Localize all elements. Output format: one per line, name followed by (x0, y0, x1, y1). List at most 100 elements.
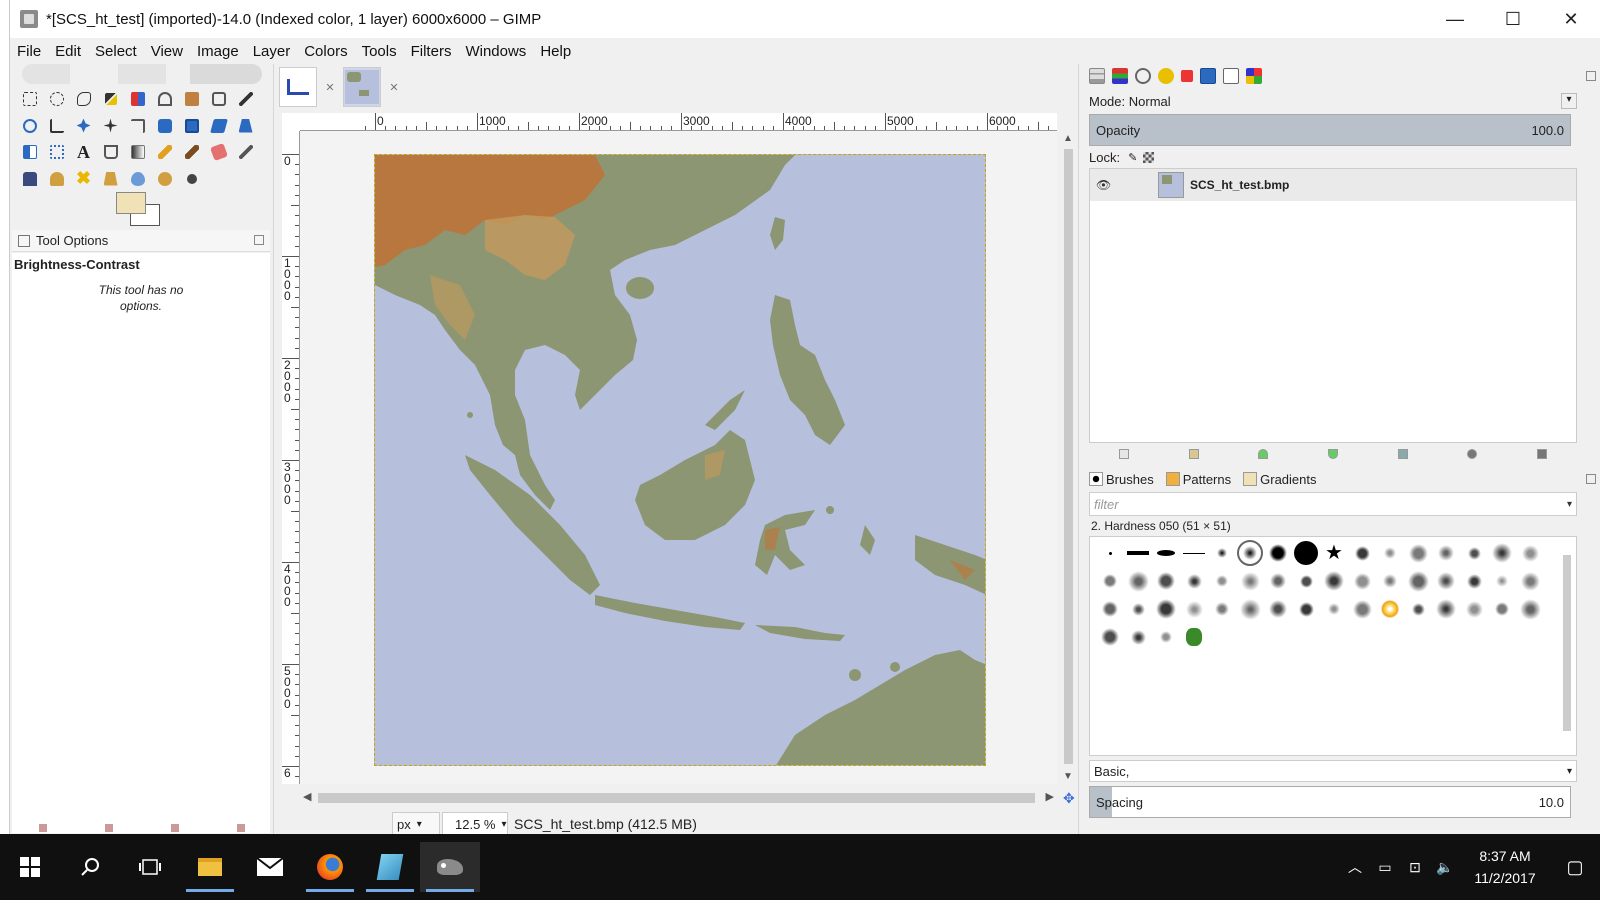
duplicate-layer-icon[interactable] (1397, 449, 1408, 459)
brush-item[interactable] (1124, 595, 1152, 623)
vertical-scroll-thumb[interactable] (1064, 149, 1073, 764)
brush-item[interactable] (1488, 539, 1516, 567)
unit-select[interactable]: px ▾ (392, 812, 440, 836)
reset-options-icon[interactable] (237, 824, 245, 832)
network-icon[interactable]: ⊡ (1400, 859, 1430, 876)
tool-options-tab[interactable]: Tool Options (12, 230, 270, 252)
undo-history-tab-icon[interactable] (1158, 68, 1174, 84)
brush-item[interactable] (1516, 567, 1544, 595)
brush-item[interactable] (1096, 539, 1124, 567)
free-select-tool-icon[interactable] (70, 86, 97, 112)
brush-item[interactable] (1208, 595, 1236, 623)
brush-item[interactable] (1320, 567, 1348, 595)
new-layer-group-icon[interactable] (1188, 449, 1199, 459)
menu-colors[interactable]: Colors (297, 43, 354, 60)
close-icon[interactable]: ✕ (323, 80, 337, 94)
layer-mode-select[interactable]: Mode: Normal ▾ (1089, 90, 1577, 112)
scroll-right-icon[interactable]: ▶ (1046, 790, 1054, 803)
zoom-select[interactable]: 12.5 % ▾ (442, 812, 508, 836)
scroll-up-icon[interactable]: ▲ (1063, 133, 1073, 144)
search-button[interactable] (60, 842, 120, 892)
ink-tool-icon[interactable] (16, 166, 43, 192)
images-tab-icon[interactable] (1200, 68, 1216, 84)
colormap-tab-icon[interactable] (1181, 70, 1193, 82)
scale-tool-icon[interactable] (178, 113, 205, 139)
clone-tool-icon[interactable] (43, 166, 70, 192)
spacing-slider[interactable]: Spacing 10.0 (1089, 786, 1571, 818)
tab-patterns[interactable]: Patterns (1165, 472, 1237, 487)
align-tool-icon[interactable] (97, 113, 124, 139)
brush-item[interactable] (1236, 567, 1264, 595)
zoom-tool-icon[interactable] (16, 113, 43, 139)
brush-item[interactable] (1432, 595, 1460, 623)
tab-gradients[interactable]: Gradients (1243, 472, 1322, 487)
brush-item[interactable] (1264, 539, 1292, 567)
paths-tool-icon[interactable] (205, 86, 232, 112)
restore-options-icon[interactable] (105, 824, 113, 832)
close-button[interactable]: ✕ (1542, 0, 1600, 38)
menu-filters[interactable]: Filters (404, 43, 459, 60)
brush-item[interactable] (1516, 595, 1544, 623)
menu-view[interactable]: View (144, 43, 190, 60)
blend-tool-icon[interactable] (124, 139, 151, 165)
brush-scrollbar[interactable] (1560, 541, 1574, 751)
lower-layer-icon[interactable] (1327, 449, 1338, 459)
scroll-down-icon[interactable]: ▼ (1063, 771, 1073, 782)
brush-item[interactable] (1376, 539, 1404, 567)
notification-center-icon[interactable]: ▢ (1550, 857, 1600, 878)
chevron-up-icon[interactable]: ︿ (1340, 857, 1370, 877)
flip-tool-icon[interactable] (16, 139, 43, 165)
brush-item[interactable] (1488, 567, 1516, 595)
brush-item[interactable] (1096, 567, 1124, 595)
bucket-fill-tool-icon[interactable] (97, 139, 124, 165)
battery-icon[interactable]: ▭ (1370, 859, 1400, 876)
brush-item[interactable] (1320, 595, 1348, 623)
brush-item[interactable] (1208, 567, 1236, 595)
lock-alpha-icon[interactable] (1143, 152, 1155, 163)
airbrush-tool-icon[interactable] (232, 139, 259, 165)
brush-item[interactable] (1124, 623, 1152, 651)
map-image[interactable] (374, 154, 986, 766)
opacity-slider[interactable]: Opacity 100.0 (1089, 114, 1571, 146)
rect-select-tool-icon[interactable] (16, 86, 43, 112)
delete-options-icon[interactable] (171, 824, 179, 832)
measure-tool-icon[interactable] (43, 113, 70, 139)
dock-config-icon[interactable] (1586, 474, 1596, 484)
delete-layer-icon[interactable] (1537, 449, 1548, 459)
brush-item[interactable] (1292, 539, 1320, 567)
brush-item[interactable] (1208, 539, 1236, 567)
raise-layer-icon[interactable] (1258, 449, 1269, 459)
shear-tool-icon[interactable] (205, 113, 232, 139)
menu-windows[interactable]: Windows (458, 43, 533, 60)
tab-brushes[interactable]: Brushes (1089, 472, 1160, 487)
menu-help[interactable]: Help (533, 43, 578, 60)
perspective-clone-tool-icon[interactable] (97, 166, 124, 192)
vertical-scrollbar[interactable]: ▲ ▼ (1060, 131, 1076, 784)
menu-select[interactable]: Select (88, 43, 144, 60)
move-tool-icon[interactable] (70, 113, 97, 139)
minimize-button[interactable]: — (1426, 0, 1484, 38)
anchor-layer-icon[interactable] (1467, 449, 1478, 459)
notes-app-button[interactable] (360, 842, 420, 892)
foreground-select-tool-icon[interactable] (178, 86, 205, 112)
layer-row[interactable]: 👁 SCS_ht_test.bmp (1090, 169, 1576, 201)
horizontal-scroll-thumb[interactable] (318, 793, 1035, 803)
heal-tool-icon[interactable]: ✖ (70, 166, 97, 192)
layer-name[interactable]: SCS_ht_test.bmp (1190, 178, 1289, 192)
brush-item[interactable] (1124, 567, 1152, 595)
mail-button[interactable] (240, 842, 300, 892)
paths-tab-icon[interactable] (1135, 68, 1151, 84)
brush-item[interactable] (1152, 623, 1180, 651)
menu-image[interactable]: Image (190, 43, 246, 60)
dock-config-icon[interactable] (1586, 71, 1596, 81)
volume-icon[interactable]: 🔈 (1430, 859, 1460, 876)
visibility-eye-icon[interactable]: 👁 (1096, 178, 1118, 192)
image-tab-active[interactable]: ✕ (343, 67, 401, 107)
color-select-tool-icon[interactable] (124, 86, 151, 112)
brush-item[interactable] (1236, 595, 1264, 623)
brush-item[interactable] (1292, 595, 1320, 623)
brush-scroll-thumb[interactable] (1563, 555, 1571, 731)
scroll-left-icon[interactable]: ◀ (303, 790, 311, 803)
brush-item[interactable] (1404, 595, 1432, 623)
palette-tab-icon[interactable] (1246, 68, 1262, 84)
